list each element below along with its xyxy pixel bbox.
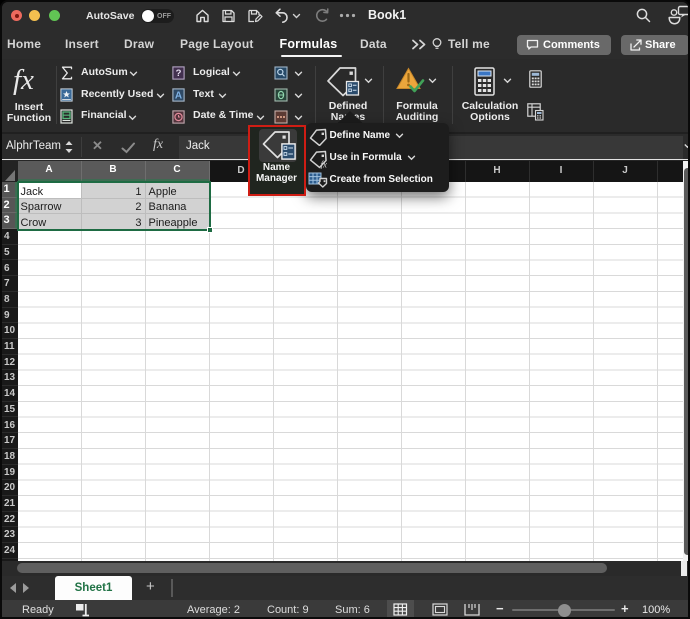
svg-text:A: A: [175, 90, 182, 101]
svg-text:?: ?: [176, 68, 182, 79]
svg-text:fx: fx: [321, 159, 328, 169]
